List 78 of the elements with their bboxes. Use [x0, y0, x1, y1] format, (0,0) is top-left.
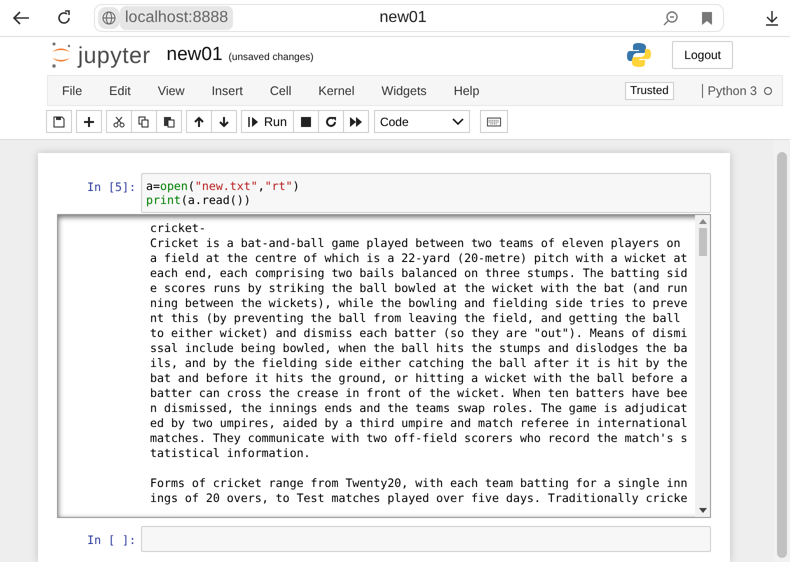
output-line: Cricket is a bat-and-ball game played between two teams of eleven players on	[150, 236, 682, 251]
copy-icon	[138, 116, 150, 128]
menu-item[interactable]: Kernel	[318, 84, 355, 98]
down-arrow-icon	[218, 116, 230, 128]
output-line: nt this (by preventing the ball from leaving the field, and getting the ball	[150, 311, 682, 326]
output-line: ils, and by the fielding side either catching the ball after it is hit by the	[150, 356, 688, 371]
down-arrow-button[interactable]	[211, 110, 237, 133]
output-line: n dismissed, the innings ends and the teams swap roles. The game is adjudicat	[150, 401, 688, 416]
stop-button[interactable]	[292, 110, 319, 133]
trusted-indicator[interactable]: Trusted	[625, 82, 674, 100]
scissors-icon	[113, 116, 125, 128]
scroll-up-icon[interactable]	[698, 219, 706, 224]
output-line: cricket-	[150, 221, 207, 236]
stop-icon	[300, 116, 312, 128]
reload-icon[interactable]	[56, 10, 72, 26]
code-input[interactable]: a=open("new.txt","rt") print(a.read())	[141, 173, 711, 213]
kernel-name: Python 3	[702, 84, 757, 98]
up-arrow-icon	[193, 116, 205, 128]
scroll-thumb[interactable]	[698, 228, 706, 256]
restart-button[interactable]	[318, 110, 344, 133]
output-line: ings of 20 overs, to Test matches played over five days. Traditionally cricke	[150, 491, 688, 506]
menu-item[interactable]: Cell	[270, 84, 292, 98]
keyboard-button[interactable]	[480, 110, 508, 133]
scissors-button[interactable]	[106, 110, 132, 133]
cell-type-dropdown[interactable]: Code	[374, 110, 470, 133]
output-line: a field at the centre of which is a 22-yard (20-metre) pitch with a wicket at	[150, 251, 688, 266]
keyboard-icon	[486, 116, 501, 126]
output-line: tatistical information.	[150, 446, 312, 461]
menu-item[interactable]: Widgets	[382, 84, 427, 98]
fast-forward-button[interactable]	[342, 110, 369, 133]
up-arrow-button[interactable]	[186, 110, 212, 133]
output-line: batter can cross the crease in front of the wicket. When ten batters have bee	[150, 386, 688, 401]
input-prompt: In [5]:	[86, 179, 137, 194]
download-icon[interactable]	[764, 10, 780, 26]
output-line: bat and before it hits the ground, or hitting a wicket with the ball before a	[150, 371, 688, 386]
bookmark-icon[interactable]	[701, 10, 713, 26]
globe-icon	[98, 7, 120, 29]
menu-item[interactable]: Edit	[109, 84, 131, 98]
menu-item[interactable]: View	[158, 84, 185, 98]
zoom-icon[interactable]	[663, 10, 679, 26]
output-line: to either wicket) and dismiss each batter (so they are "out"). Means of dismi	[150, 326, 688, 341]
output-line: matches. They communicate with two off-field scorers who record the match's s	[150, 431, 688, 446]
notebook-name[interactable]: new01	[166, 44, 223, 66]
input-prompt: In [ ]:	[86, 532, 137, 547]
save-icon	[53, 116, 65, 128]
output-line: ning between the wickets), while the bowling and fielding side tries to preve	[150, 296, 688, 311]
output-line: e scores runs by striking the ball bowled at the wicket with the bat (and run	[150, 281, 688, 296]
run-button[interactable]: Run	[241, 110, 294, 133]
paste-button[interactable]	[156, 110, 182, 133]
plus-button[interactable]	[76, 110, 102, 133]
menu-item[interactable]: Help	[454, 84, 480, 98]
restart-icon	[324, 116, 337, 128]
caret-icon	[452, 118, 464, 126]
address-bar[interactable]: localhost:8888 new01	[94, 4, 724, 32]
output-line: ssal include being bowled, when the ball hits the stumps and dislodges the ba	[150, 341, 688, 356]
page-title: new01	[378, 9, 428, 27]
save-button[interactable]	[46, 110, 72, 133]
menu-item[interactable]: File	[62, 84, 82, 98]
scroll-down-icon[interactable]	[698, 508, 706, 513]
output-line: each end, each comprising two bails balanced on three stumps. The batting sid	[150, 266, 688, 281]
output-scrollbar[interactable]	[695, 215, 710, 517]
output-line: ed by two umpires, aided by a third umpire and match referee in international	[150, 416, 688, 431]
save-status: (unsaved changes)	[228, 52, 314, 62]
menu-item[interactable]: Insert	[212, 84, 243, 98]
output-line: Forms of cricket range from Twenty20, with each team batting for a single inn	[150, 476, 688, 491]
step-icon	[248, 116, 260, 128]
scroll-thumb[interactable]	[777, 152, 787, 558]
logout-button[interactable]: Logout	[672, 41, 733, 69]
plus-icon	[83, 116, 95, 128]
python-logo-icon	[626, 42, 652, 68]
back-icon[interactable]	[12, 11, 30, 25]
url-text: localhost:8888	[120, 6, 234, 30]
jupyter-logo-icon	[50, 41, 72, 69]
paste-icon	[163, 116, 175, 128]
logo-text[interactable]: jupyter	[78, 42, 151, 68]
code-input[interactable]	[141, 526, 711, 552]
fast-forward-icon	[350, 116, 362, 128]
copy-button[interactable]	[131, 110, 157, 133]
